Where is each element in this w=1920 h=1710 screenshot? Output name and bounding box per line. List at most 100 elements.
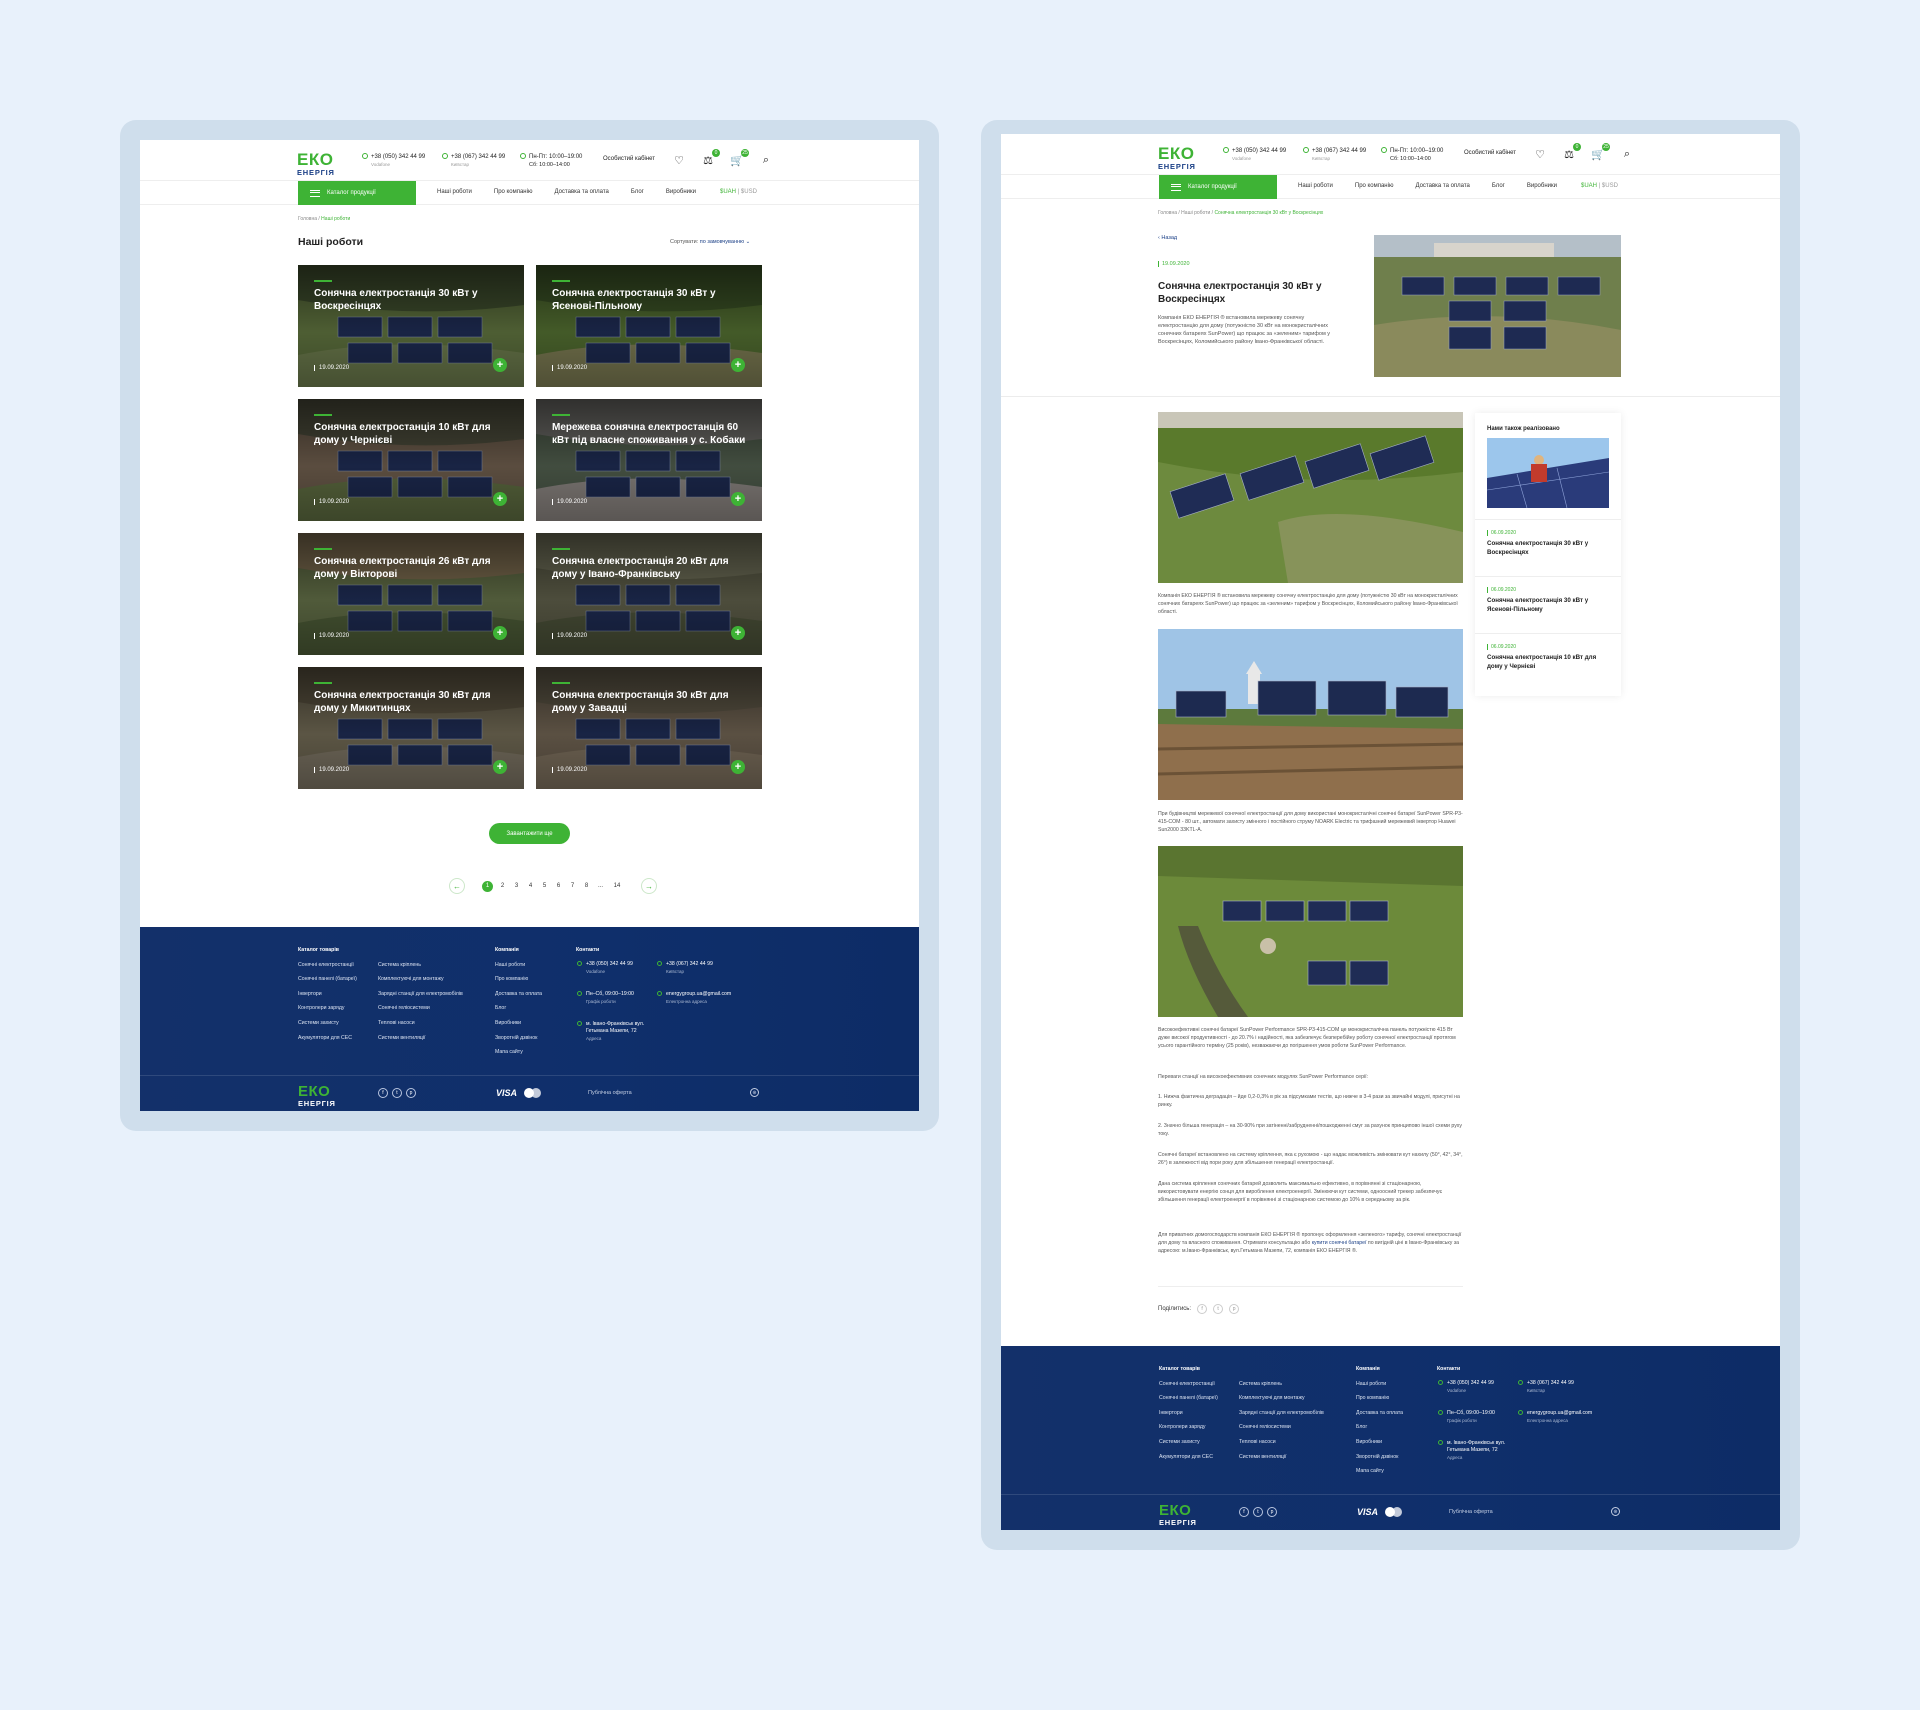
footer-link[interactable]: Системи захисту	[298, 1016, 357, 1031]
twitter-icon[interactable]: t	[1213, 1304, 1224, 1314]
footer-link[interactable]: Акумулятори для СЕС	[1159, 1450, 1218, 1465]
work-card[interactable]: Сонячна електростанція 26 кВт для дому у…	[298, 533, 524, 655]
cart-icon[interactable]: 🛒 25	[729, 149, 749, 168]
logo[interactable]: ЕКО ЕНЕРГІЯ	[297, 151, 335, 177]
buy-solar-link[interactable]: купити сонячні батареї	[1312, 1240, 1367, 1246]
nav-item-about[interactable]: Про компанію	[494, 189, 533, 195]
footer-link[interactable]: Інвертори	[1159, 1406, 1218, 1421]
sidebar-item[interactable]: 06.09.2020 Сонячна електростанція 30 кВт …	[1475, 576, 1621, 633]
footer-link[interactable]: Доставка та оплата	[495, 987, 542, 1002]
load-more-button[interactable]: Завантажити ще	[489, 823, 570, 844]
nav-item-about[interactable]: Про компанію	[1355, 183, 1394, 189]
developer-icon[interactable]: ⊕	[750, 1088, 759, 1097]
personal-cabinet-link[interactable]: Особистий кабінет	[1464, 150, 1516, 156]
footer-link[interactable]: Комплектуючі для монтажу	[378, 972, 463, 987]
footer-link[interactable]: Мапа сайту	[495, 1045, 542, 1060]
facebook-icon[interactable]: f	[1197, 1304, 1208, 1314]
footer-link[interactable]: Сонячні геліосистеми	[1239, 1420, 1324, 1435]
pinterest-icon[interactable]: p	[1229, 1304, 1240, 1314]
work-card[interactable]: Сонячна електростанція 30 кВт для дому у…	[536, 667, 762, 789]
footer-email[interactable]: energygroup.ua@gmail.com Електронна адрес…	[1518, 1410, 1592, 1424]
page-8[interactable]: 8	[582, 883, 591, 889]
sidebar-item[interactable]: 06.09.2020 Сонячна електростанція 30 кВт …	[1475, 519, 1621, 576]
page-1[interactable]: 1	[482, 880, 493, 892]
footer-link[interactable]: Теплові насоси	[378, 1016, 463, 1031]
phone-kyivstar[interactable]: +38 (067) 342 44 99 Київстар	[1303, 147, 1366, 161]
twitter-icon[interactable]: t	[392, 1088, 402, 1098]
nav-item-delivery[interactable]: Доставка та оплата	[554, 189, 608, 195]
sidebar-item[interactable]: 06.09.2020 Сонячна електростанція 10 кВт …	[1475, 633, 1621, 690]
footer-link[interactable]: Наші роботи	[1356, 1377, 1403, 1392]
footer-link[interactable]: Зворотній дзвінок	[1356, 1450, 1403, 1465]
plus-icon[interactable]: +	[493, 626, 507, 640]
compare-icon[interactable]: ⚖ 0	[1561, 143, 1581, 162]
footer-link[interactable]: Сонячні панелі (батареї)	[298, 972, 357, 987]
nav-item-delivery[interactable]: Доставка та оплата	[1415, 183, 1469, 189]
footer-link[interactable]: Теплові насоси	[1239, 1435, 1324, 1450]
plus-icon[interactable]: +	[731, 492, 745, 506]
prev-page-button[interactable]: ←	[449, 878, 465, 894]
heart-icon[interactable]: ♡	[671, 152, 687, 168]
work-card[interactable]: Мережева сонячна електростанція 60 кВт п…	[536, 399, 762, 521]
footer-link[interactable]: Виробники	[1356, 1435, 1403, 1450]
footer-link[interactable]: Системи вентиляції	[378, 1031, 463, 1046]
nav-item-works[interactable]: Наші роботи	[437, 189, 472, 195]
currency-uah[interactable]: $UAH	[720, 189, 736, 195]
footer-link[interactable]: Контролери заряду	[1159, 1420, 1218, 1435]
footer-link[interactable]: Комплектуючі для монтажу	[1239, 1391, 1324, 1406]
page-4[interactable]: 4	[526, 883, 535, 889]
footer-phone-1[interactable]: +38 (050) 342 44 99 Vodafone	[1438, 1380, 1494, 1394]
breadcrumb-works[interactable]: Наші роботи	[1181, 210, 1210, 216]
footer-logo[interactable]: ЕКО ЕНЕРГІЯ	[298, 1084, 336, 1108]
public-offer-link[interactable]: Публічна оферта	[588, 1090, 632, 1096]
plus-icon[interactable]: +	[731, 760, 745, 774]
public-offer-link[interactable]: Публічна оферта	[1449, 1509, 1493, 1515]
next-page-button[interactable]: →	[641, 878, 657, 894]
cart-icon[interactable]: 🛒 25	[1590, 143, 1610, 162]
facebook-icon[interactable]: f	[1239, 1507, 1249, 1517]
work-card[interactable]: Сонячна електростанція 10 кВт для дому у…	[298, 399, 524, 521]
footer-link[interactable]: Блог	[1356, 1420, 1403, 1435]
footer-link[interactable]: Про компанію	[495, 972, 542, 987]
pinterest-icon[interactable]: p	[406, 1088, 416, 1098]
footer-link[interactable]: Блог	[495, 1001, 542, 1016]
twitter-icon[interactable]: t	[1253, 1507, 1263, 1517]
footer-link[interactable]: Контролери заряду	[298, 1001, 357, 1016]
footer-link[interactable]: Сонячні електростанції	[298, 958, 357, 973]
footer-link[interactable]: Зворотній дзвінок	[495, 1031, 542, 1046]
nav-item-blog[interactable]: Блог	[1492, 183, 1505, 189]
footer-link[interactable]: Система кріплень	[378, 958, 463, 973]
footer-link[interactable]: Системи захисту	[1159, 1435, 1218, 1450]
search-icon[interactable]: ⌕	[758, 152, 774, 168]
page-14[interactable]: 14	[610, 883, 624, 889]
compare-icon[interactable]: ⚖ 0	[700, 149, 720, 168]
currency-usd[interactable]: $USD	[741, 189, 757, 195]
footer-phone-1[interactable]: +38 (050) 342 44 99 Vodafone	[577, 961, 633, 975]
logo[interactable]: ЕКО ЕНЕРГІЯ	[1158, 145, 1196, 171]
footer-phone-2[interactable]: +38 (067) 342 44 99 Київстар	[657, 961, 713, 975]
facebook-icon[interactable]: f	[378, 1088, 388, 1098]
heart-icon[interactable]: ♡	[1532, 146, 1548, 162]
phone-vodafone[interactable]: +38 (050) 342 44 99 Vodafone	[362, 153, 425, 167]
page-5[interactable]: 5	[540, 883, 549, 889]
phone-kyivstar[interactable]: +38 (067) 342 44 99 Київстар	[442, 153, 505, 167]
footer-link[interactable]: Доставка та оплата	[1356, 1406, 1403, 1421]
personal-cabinet-link[interactable]: Особистий кабінет	[603, 156, 655, 162]
back-link[interactable]: ‹ Назад	[1158, 235, 1177, 241]
nav-item-blog[interactable]: Блог	[631, 189, 644, 195]
currency-uah[interactable]: $UAH	[1581, 183, 1597, 189]
footer-link[interactable]: Виробники	[495, 1016, 542, 1031]
plus-icon[interactable]: +	[731, 358, 745, 372]
footer-link[interactable]: Про компанію	[1356, 1391, 1403, 1406]
footer-link[interactable]: Сонячні панелі (батареї)	[1159, 1391, 1218, 1406]
catalog-button[interactable]: Каталог продукції	[298, 181, 416, 205]
footer-link[interactable]: Система кріплень	[1239, 1377, 1324, 1392]
work-card[interactable]: Сонячна електростанція 30 кВт для дому у…	[298, 667, 524, 789]
breadcrumb-home[interactable]: Головна	[1158, 210, 1177, 216]
page-3[interactable]: 3	[512, 883, 521, 889]
sort-control[interactable]: Сортувати: по замовчуванню ⌄	[670, 239, 750, 245]
nav-item-brands[interactable]: Виробники	[666, 189, 696, 195]
footer-logo[interactable]: ЕКО ЕНЕРГІЯ	[1159, 1503, 1197, 1527]
footer-link[interactable]: Інвертори	[298, 987, 357, 1002]
search-icon[interactable]: ⌕	[1619, 146, 1635, 162]
